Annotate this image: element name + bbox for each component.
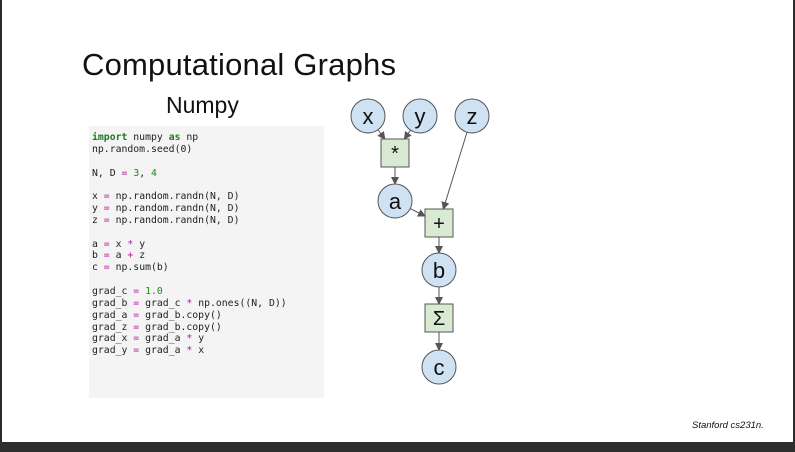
operation-node-sum: Σ	[424, 303, 454, 333]
operation-node-add: +	[424, 208, 454, 238]
edge-y-to-mul	[403, 129, 412, 140]
variable-node-a: a	[377, 183, 413, 219]
variable-node-z: z	[454, 98, 490, 134]
edge-x-to-mul	[377, 129, 386, 140]
edge-a-to-add	[409, 208, 426, 217]
node-label: *	[391, 143, 399, 165]
node-label: b	[433, 258, 445, 283]
variable-node-y: y	[402, 98, 438, 134]
computational-graph: x y z * a + b Σc	[350, 98, 490, 385]
variable-node-b: b	[421, 252, 457, 288]
node-label: a	[389, 189, 402, 214]
node-label: c	[434, 355, 445, 380]
credit-text: Stanford cs231n.	[692, 420, 764, 431]
variable-node-c: c	[421, 349, 457, 385]
node-label: Σ	[433, 308, 445, 330]
edge-z-to-add	[441, 132, 468, 210]
node-label: z	[467, 104, 478, 129]
node-label: +	[433, 213, 445, 235]
variable-node-x: x	[350, 98, 386, 134]
node-label: y	[415, 104, 426, 129]
operation-node-mul: *	[380, 138, 410, 168]
node-label: x	[363, 104, 374, 129]
